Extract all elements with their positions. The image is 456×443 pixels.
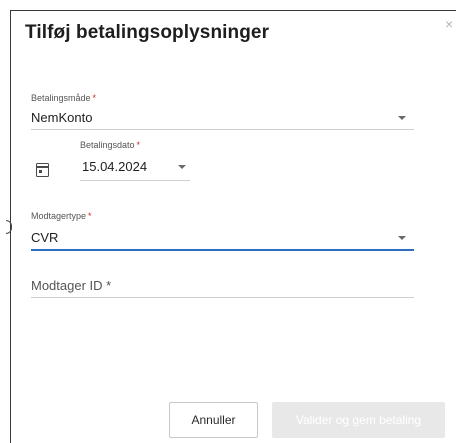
- payment-method-value: NemKonto: [31, 110, 93, 125]
- recipient-type-select[interactable]: Modtagertype * CVR: [31, 211, 414, 251]
- recipient-id-placeholder: Modtager ID *: [31, 278, 112, 293]
- close-icon[interactable]: ×: [445, 17, 453, 31]
- payment-date-label: Betalingsdato *: [80, 140, 141, 150]
- chevron-down-icon: [398, 116, 406, 120]
- payment-date-value: 15.04.2024: [82, 159, 148, 174]
- recipient-id-input[interactable]: Modtager ID *: [31, 270, 414, 298]
- dialog-title: Tilføj betalingsoplysninger: [25, 22, 270, 43]
- chevron-down-icon: [178, 165, 186, 169]
- payment-method-label: Betalingsmåde *: [31, 93, 97, 103]
- payment-date-picker[interactable]: Betalingsdato * 15.04.2024: [80, 141, 190, 181]
- recipient-type-value: CVR: [31, 230, 59, 245]
- payment-method-select[interactable]: Betalingsmåde * NemKonto: [31, 94, 414, 130]
- calendar-icon[interactable]: [36, 163, 49, 177]
- validate-and-save-button[interactable]: Valider og gem betaling: [272, 402, 445, 438]
- recipient-type-label: Modtagertype *: [31, 211, 92, 221]
- cancel-button[interactable]: Annuller: [169, 402, 258, 438]
- field-underline: [31, 129, 414, 130]
- field-underline: [31, 297, 414, 298]
- field-underline-focused: [31, 249, 414, 251]
- chevron-down-icon: [398, 236, 406, 240]
- field-underline: [80, 180, 190, 181]
